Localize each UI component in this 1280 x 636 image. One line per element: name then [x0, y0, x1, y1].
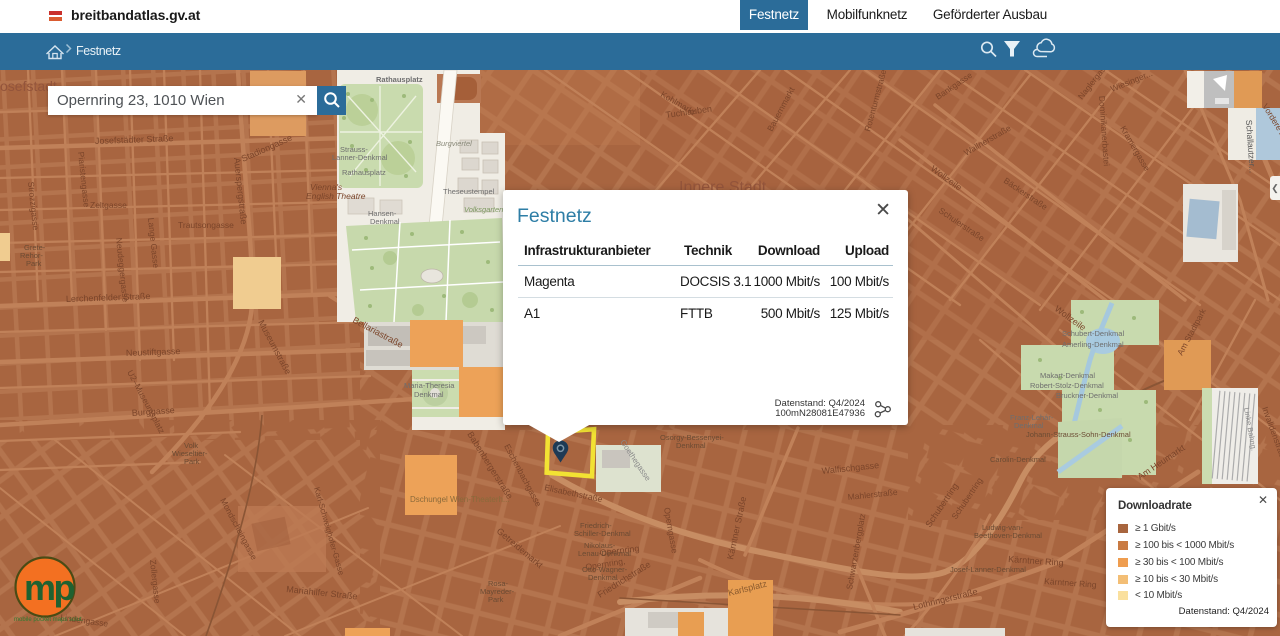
svg-text:Trautsongasse: Trautsongasse	[178, 220, 234, 230]
svg-text:Amerling-Denkmal: Amerling-Denkmal	[1062, 340, 1124, 349]
svg-text:Bruckner-Denkmal: Bruckner-Denkmal	[1056, 391, 1118, 400]
svg-text:Denkmal: Denkmal	[1014, 421, 1044, 430]
svg-text:Lenau-Denkmal: Lenau-Denkmal	[578, 549, 631, 558]
svg-text:Denkmal: Denkmal	[676, 441, 706, 450]
svg-text:Beethoven-Denkmal: Beethoven-Denkmal	[974, 531, 1042, 540]
svg-text:Johann-Strauss-Sohn-Denkmal: Johann-Strauss-Sohn-Denkmal	[1026, 430, 1131, 439]
svg-text:Josef-Lanner-Denkmal: Josef-Lanner-Denkmal	[950, 565, 1026, 574]
svg-text:Robert-Stolz-Denkmal: Robert-Stolz-Denkmal	[1030, 381, 1104, 390]
svg-text:English Theatre: English Theatre	[306, 191, 366, 201]
svg-text:Lanner-Denkmal: Lanner-Denkmal	[332, 153, 388, 162]
svg-text:Zeltgasse: Zeltgasse	[90, 200, 127, 210]
svg-text:Maria-Theresia: Maria-Theresia	[404, 381, 455, 390]
svg-text:Denkmal: Denkmal	[414, 390, 444, 399]
svg-text:Park: Park	[488, 595, 504, 604]
svg-text:Makart-Denkmal: Makart-Denkmal	[1040, 371, 1095, 380]
svg-text:Theseustempel: Theseustempel	[443, 187, 495, 196]
svg-text:Schubert-Denkmal: Schubert-Denkmal	[1062, 329, 1124, 338]
svg-text:Dschungel Wien-Theaterh...: Dschungel Wien-Theaterh...	[410, 495, 510, 504]
svg-text:Park: Park	[184, 457, 200, 466]
svg-text:Carolin-Denkmal: Carolin-Denkmal	[990, 455, 1046, 464]
svg-text:Denkmal: Denkmal	[370, 217, 400, 226]
svg-text:Rathausplatz: Rathausplatz	[376, 75, 423, 84]
svg-text:Schiller-Denkmal: Schiller-Denkmal	[574, 529, 631, 538]
svg-text:mobile pocket maps solut.: mobile pocket maps solut.	[14, 617, 84, 623]
svg-text:Rathausplatz: Rathausplatz	[342, 168, 386, 177]
svg-text:Volksgarten: Volksgarten	[464, 205, 503, 214]
svg-text:Park: Park	[26, 259, 42, 268]
svg-text:Neustiftgasse: Neustiftgasse	[126, 346, 181, 358]
svg-text:mp: mp	[24, 567, 75, 608]
svg-text:Burgviertel: Burgviertel	[436, 139, 472, 148]
svg-text:Denkmal: Denkmal	[588, 573, 618, 582]
